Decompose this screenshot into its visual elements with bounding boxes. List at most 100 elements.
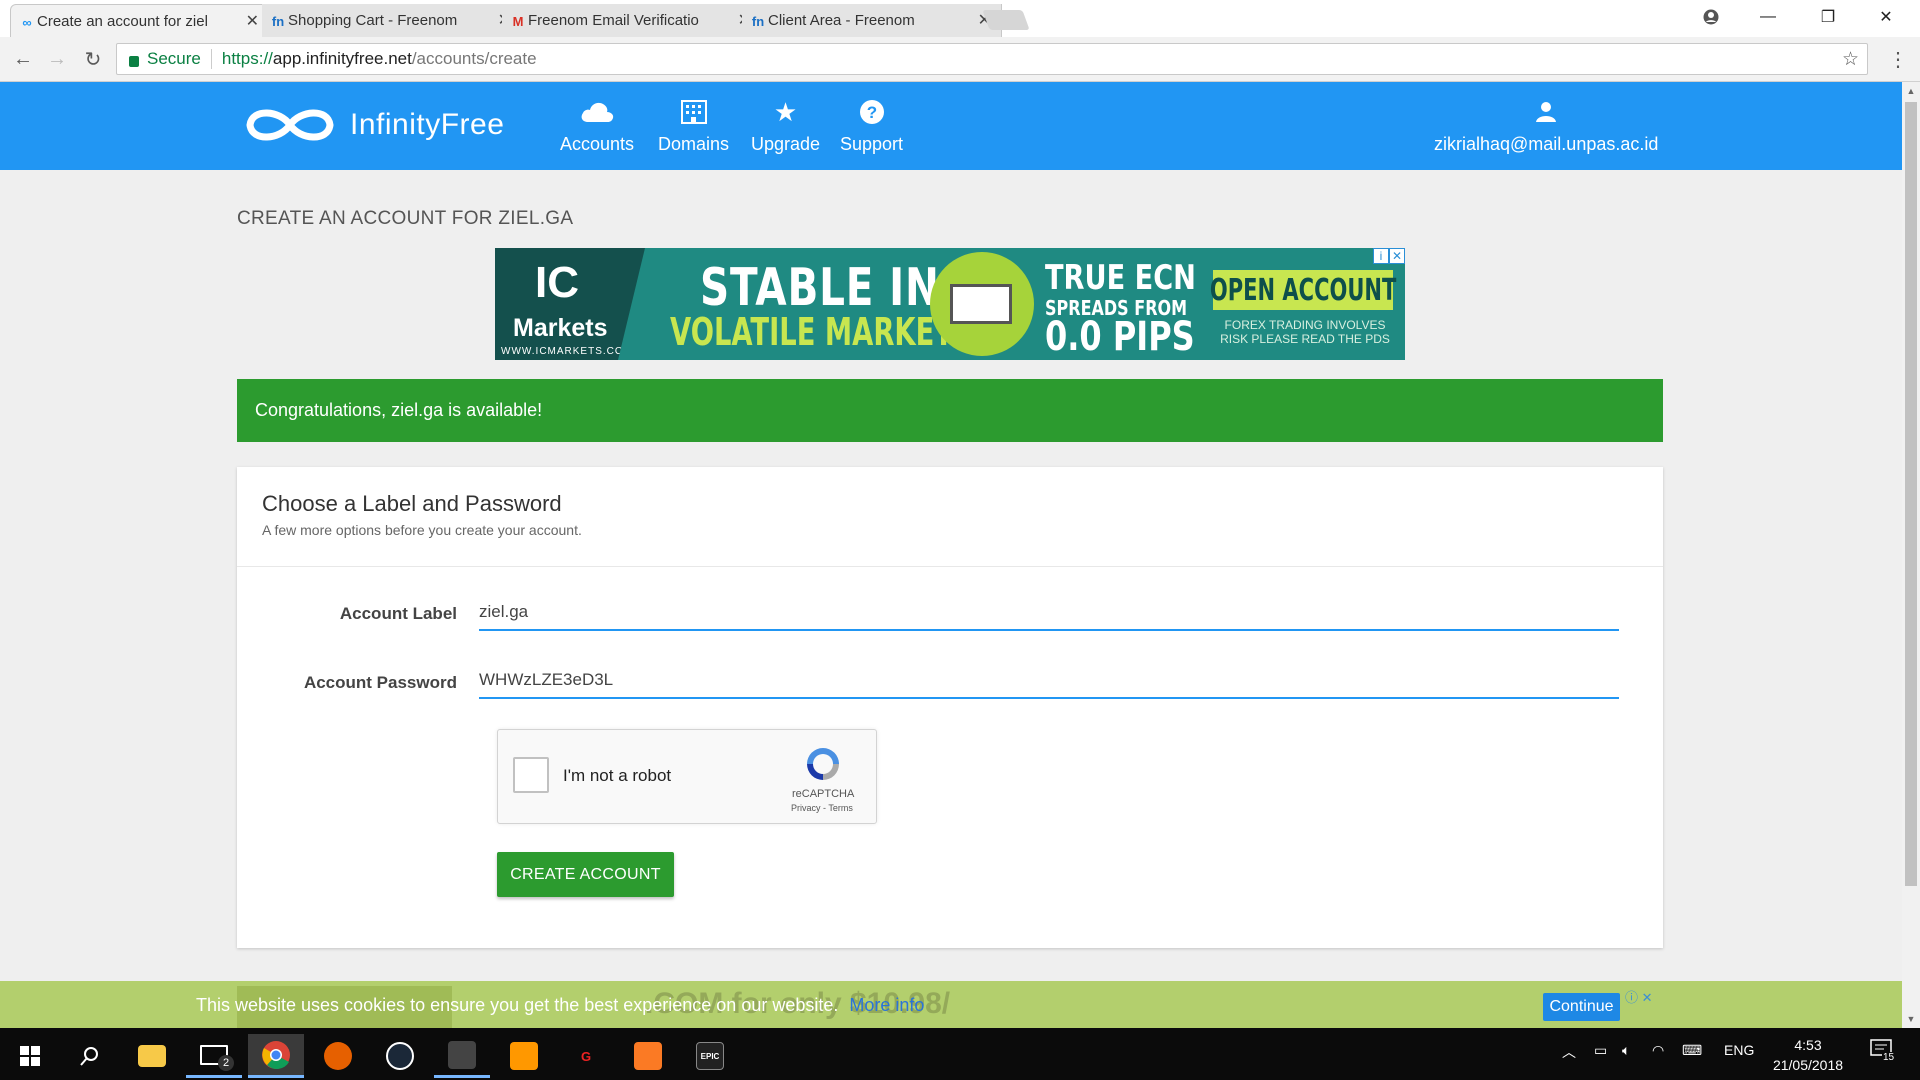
bookmark-star-icon[interactable]: ☆ [1842, 48, 1859, 71]
infinity-logo-icon [246, 109, 334, 141]
scroll-thumb[interactable] [1905, 102, 1917, 886]
nav-support[interactable]: ? Support [840, 96, 903, 155]
card-title: Choose a Label and Password [262, 491, 562, 516]
folder-glyph [138, 1045, 166, 1067]
ad-brand-panel: IC Markets WWW.ICMARKETS.COM [495, 248, 645, 360]
xampp-icon[interactable] [620, 1034, 676, 1078]
tab-email-verification[interactable]: M Freenom Email Verificatio ✕ [502, 4, 762, 37]
tab-shopping-cart[interactable]: fn Shopping Cart - Freenom ✕ [262, 4, 522, 37]
alert-text: Congratulations, ziel.ga is available! [255, 400, 543, 420]
create-account-button[interactable]: CREATE ACCOUNT [497, 852, 674, 897]
svg-text:?: ? [866, 103, 876, 122]
file-explorer-icon[interactable] [124, 1034, 180, 1078]
forward-icon[interactable]: → [42, 45, 72, 73]
taskbar-clock[interactable]: 4:53 21/05/2018 [1768, 1035, 1848, 1075]
nav-label: Upgrade [751, 134, 821, 154]
epic-games-icon[interactable]: EPIC [682, 1034, 738, 1078]
account-label-label: Account Label [339, 604, 457, 623]
xampp-glyph [634, 1042, 662, 1070]
cookie-continue-button[interactable]: Continue [1543, 993, 1620, 1021]
nav-upgrade[interactable]: ★ Upgrade [751, 96, 820, 155]
media-app-icon[interactable] [434, 1034, 490, 1078]
tab-title: Create an account for ziel [37, 12, 208, 30]
firefox-icon[interactable] [310, 1034, 366, 1078]
back-icon[interactable]: ← [8, 45, 38, 73]
volume-icon[interactable]: 🔈︎ [1622, 1042, 1630, 1059]
tab-create-account[interactable]: ∞ Create an account for ziel ✕ [10, 4, 270, 37]
ad-info-close-icons[interactable]: ⓘ ✕ [1625, 987, 1653, 1006]
cookie-message: This website uses cookies to ensure you … [196, 995, 924, 1016]
user-email: zikrialhaq@mail.unpas.ac.id [1434, 134, 1659, 154]
ad-open-account-button[interactable]: OPEN ACCOUNT [1210, 270, 1396, 310]
account-label-input[interactable] [479, 595, 1619, 631]
nav-domains[interactable]: Domains [658, 96, 729, 155]
recaptcha-brand: reCAPTCHA [792, 788, 855, 800]
page-scrollbar[interactable]: ▲ ▼ [1902, 82, 1920, 1028]
minimize-icon[interactable]: — [1740, 0, 1796, 34]
battery-icon[interactable]: ▭ [1594, 1042, 1607, 1059]
question-icon: ? [859, 96, 885, 128]
reload-icon[interactable]: ↻ [78, 45, 108, 73]
cookie-more-info-link[interactable]: More info [849, 995, 924, 1015]
show-hidden-icons-icon[interactable]: ︿ [1562, 1042, 1576, 1062]
windows-start-icon[interactable] [2, 1034, 58, 1078]
address-bar[interactable]: Secure https:// app.infinityfree.net /ac… [116, 43, 1868, 75]
ad-info-icon[interactable]: i [1373, 248, 1389, 264]
mail-app-icon[interactable]: 2 [186, 1034, 242, 1078]
notification-count: 15 [1882, 1052, 1896, 1063]
keyboard-icon[interactable]: ⌨ [1682, 1042, 1702, 1059]
close-tab-icon[interactable]: ✕ [246, 11, 259, 31]
lock-icon [129, 55, 139, 67]
ad-risk-warning: FOREX TRADING INVOLVES RISK PLEASE READ … [1220, 318, 1390, 346]
epic-glyph: EPIC [696, 1042, 724, 1070]
new-tab-button[interactable] [982, 10, 1030, 30]
page-title: CREATE AN ACCOUNT FOR ZIEL.GA [237, 208, 574, 229]
recaptcha-widget: I'm not a robot reCAPTCHA Privacy - Term… [497, 729, 877, 824]
nav-accounts[interactable]: Accounts [560, 96, 634, 155]
ad-monitor-graphic [950, 284, 1012, 324]
clock-time: 4:53 [1794, 1037, 1822, 1053]
infinity-icon: ∞ [22, 14, 32, 30]
card-subtitle: A few more options before you create you… [262, 522, 582, 538]
ad-banner[interactable]: IC Markets WWW.ICMARKETS.COM STABLE IN V… [495, 248, 1405, 360]
gmail-icon: M [512, 13, 524, 29]
sublime-text-icon[interactable] [496, 1034, 552, 1078]
close-window-icon[interactable]: ✕ [1858, 0, 1914, 34]
site-header: InfinityFree Accounts Domains ★ Upgrade … [0, 82, 1902, 170]
user-icon [1535, 96, 1557, 128]
account-password-input[interactable] [479, 663, 1619, 699]
chrome-icon[interactable] [248, 1034, 304, 1078]
profile-icon[interactable] [1683, 0, 1739, 34]
recaptcha-checkbox[interactable] [513, 757, 549, 793]
url-host: app.infinityfree.net [272, 49, 412, 68]
availability-alert: Congratulations, ziel.ga is available! [237, 379, 1663, 442]
tab-client-area[interactable]: fn Client Area - Freenom ✕ [742, 4, 1002, 37]
building-icon [680, 96, 707, 128]
restore-icon[interactable]: ❐ [1800, 0, 1856, 34]
ad-brand-ic: IC [535, 258, 579, 307]
garena-icon[interactable]: G [558, 1034, 614, 1078]
ad-true-ecn: TRUE ECN [1045, 258, 1196, 298]
freenom-icon: fn [751, 13, 765, 29]
steam-icon[interactable] [372, 1034, 428, 1078]
recaptcha-privacy-terms[interactable]: Privacy - Terms [791, 803, 853, 813]
ad-brand-markets: Markets [513, 314, 608, 342]
search-icon[interactable] [62, 1034, 118, 1078]
user-menu[interactable]: zikrialhaq@mail.unpas.ac.id [1434, 96, 1658, 155]
browser-menu-icon[interactable]: ⋮ [1888, 47, 1908, 72]
nav-label: Support [840, 134, 904, 154]
scroll-up-icon[interactable]: ▲ [1902, 82, 1920, 100]
scroll-down-icon[interactable]: ▼ [1902, 1010, 1920, 1028]
site-logo[interactable]: InfinityFree [244, 102, 504, 148]
star-icon: ★ [773, 96, 798, 127]
wifi-icon[interactable]: ◠ [1652, 1042, 1664, 1059]
ad-close-icon[interactable]: ✕ [1389, 248, 1405, 264]
browser-tab-strip: ∞ Create an account for ziel ✕ fn Shoppi… [0, 0, 1920, 37]
ad-website: WWW.ICMARKETS.COM [501, 346, 633, 357]
ad-choices[interactable]: i ✕ [1373, 248, 1405, 264]
windows-taskbar: 2 G EPIC ︿ ▭ 🔈︎ ◠ ⌨ ENG 4:53 21/05/2018 … [0, 1028, 1920, 1080]
nav-label: Domains [658, 134, 730, 154]
browser-toolbar: ← → ↻ Secure https:// app.infinityfree.n… [0, 37, 1920, 82]
notifications-icon[interactable]: 15 [1870, 1038, 1896, 1063]
language-indicator[interactable]: ENG [1724, 1042, 1754, 1058]
